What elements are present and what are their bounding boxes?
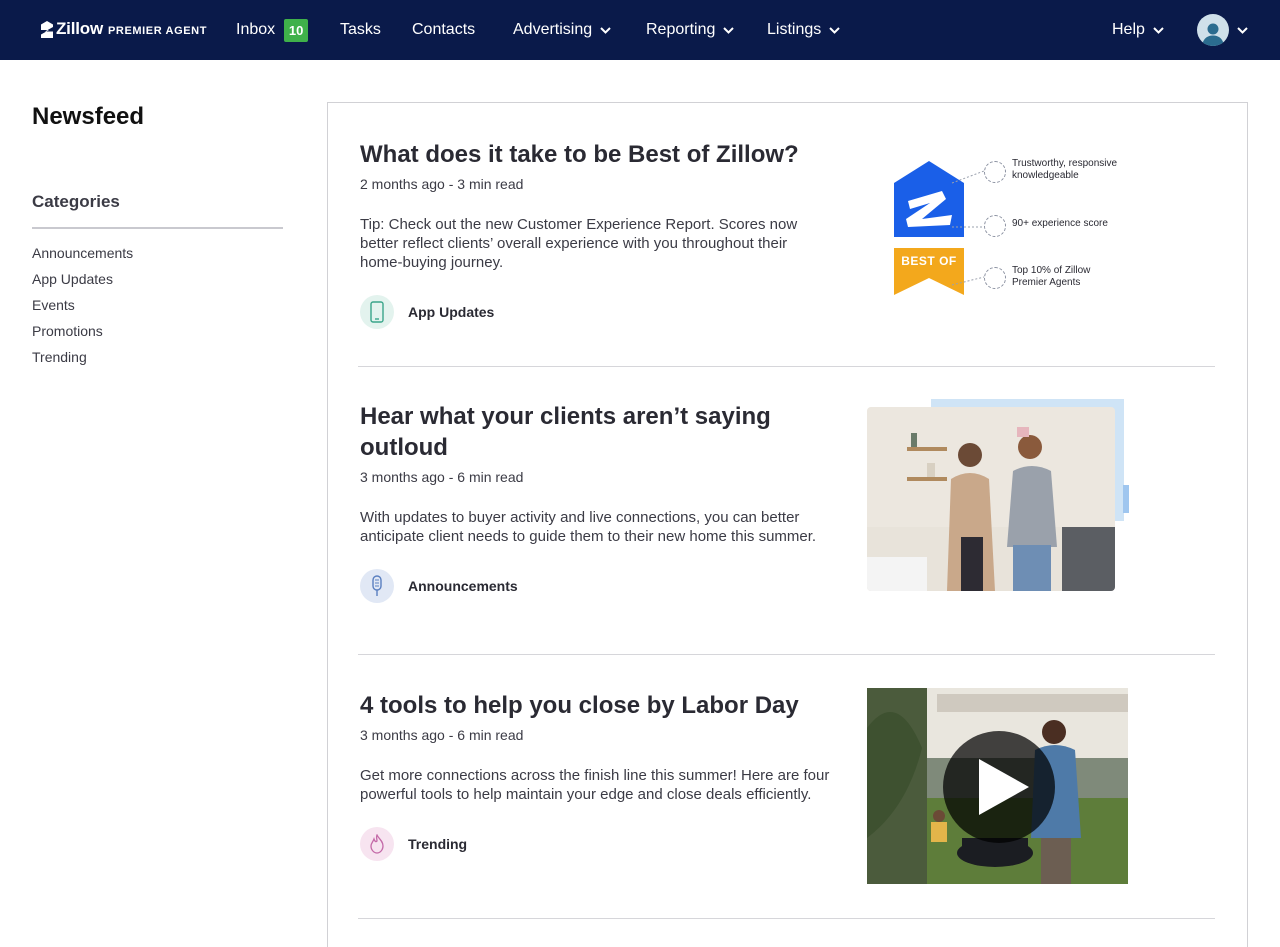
category-events[interactable]: Events (32, 296, 133, 322)
article-category-tag[interactable]: App Updates (360, 295, 830, 329)
article-card[interactable]: Hear what your clients aren’t saying out… (360, 401, 830, 603)
nav-tasks-label: Tasks (340, 21, 381, 38)
category-announcements[interactable]: Announcements (32, 244, 133, 270)
chevron-down-icon (1237, 26, 1248, 34)
article-video-thumbnail[interactable] (867, 688, 1128, 884)
article-title[interactable]: What does it take to be Best of Zillow? (360, 139, 830, 170)
article-title[interactable]: 4 tools to help you close by Labor Day (360, 690, 830, 721)
article-meta: 3 months ago - 6 min read (360, 727, 524, 743)
nav-listings-label: Listings (767, 21, 822, 38)
chevron-down-icon (1153, 26, 1164, 34)
best-of-zillow-graphic[interactable]: BEST OF Trustworthy, responsive knowledg… (894, 155, 1144, 300)
article-divider (358, 654, 1215, 655)
article-summary: With updates to buyer activity and live … (360, 509, 817, 545)
nav-inbox[interactable]: Inbox 10 (236, 0, 309, 60)
best-of-point-3: Top 10% of Zillow Premier Agents (1012, 265, 1091, 288)
award-icon (984, 215, 1006, 237)
nav-contacts[interactable]: Contacts (412, 0, 475, 60)
article-divider (358, 918, 1215, 919)
nav-advertising[interactable]: Advertising (513, 0, 611, 60)
handshake-icon (984, 161, 1006, 183)
best-of-point-1: Trustworthy, responsive knowledgeable (1012, 158, 1118, 181)
zillow-premier-agent-logo[interactable]: Zillow PREMIER AGENT (41, 18, 207, 40)
logo-subtitle: PREMIER AGENT (107, 24, 208, 37)
phone-icon (360, 295, 394, 329)
nav-reporting-label: Reporting (646, 21, 716, 38)
chevron-down-icon (829, 26, 840, 34)
kitchen-photo (867, 407, 1115, 591)
article-image-clients-photo[interactable] (867, 399, 1129, 591)
inbox-count-badge: 10 (284, 18, 309, 42)
article-summary: Get more connections across the finish l… (360, 767, 830, 803)
categories-heading: Categories (32, 192, 120, 211)
chevron-down-icon (600, 26, 611, 34)
target-icon (984, 267, 1006, 289)
article-meta: 3 months ago - 6 min read (360, 469, 524, 485)
category-promotions[interactable]: Promotions (32, 322, 133, 348)
nav-advertising-label: Advertising (513, 21, 593, 38)
article-card[interactable]: 4 tools to help you close by Labor Day 3… (360, 690, 830, 861)
article-divider (358, 366, 1215, 367)
logo-wordmark: Zillow (56, 19, 103, 38)
nav-tasks[interactable]: Tasks (340, 0, 381, 60)
user-icon (1202, 23, 1224, 46)
category-trending[interactable]: Trending (32, 348, 133, 374)
account-menu[interactable] (1197, 0, 1248, 60)
nav-help[interactable]: Help (1112, 0, 1164, 60)
newsfeed-panel: What does it take to be Best of Zillow? … (327, 102, 1248, 947)
article-title[interactable]: Hear what your clients aren’t saying out… (360, 401, 830, 463)
article-category-tag[interactable]: Trending (360, 827, 830, 861)
article-category-label: App Updates (408, 304, 495, 320)
play-button[interactable] (943, 731, 1055, 843)
page-title: Newsfeed (32, 103, 145, 130)
nav-inbox-label: Inbox (236, 21, 276, 38)
categories-divider (32, 227, 283, 229)
article-category-label: Trending (408, 836, 468, 852)
article-category-tag[interactable]: Announcements (360, 569, 830, 603)
article-meta: 2 months ago - 3 min read (360, 176, 524, 192)
zillow-logo-icon (41, 20, 53, 38)
image-accent (1123, 485, 1129, 513)
nav-help-label: Help (1112, 21, 1145, 38)
category-app-updates[interactable]: App Updates (32, 270, 133, 296)
article-category-label: Announcements (408, 578, 518, 594)
microphone-icon (360, 569, 394, 603)
article-summary: Tip: Check out the new Customer Experien… (360, 216, 798, 271)
nav-contacts-label: Contacts (412, 21, 476, 38)
category-list: Announcements App Updates Events Promoti… (32, 244, 133, 374)
nav-listings[interactable]: Listings (767, 0, 840, 60)
best-of-point-2: 90+ experience score (1012, 218, 1108, 229)
chevron-down-icon (723, 26, 735, 34)
top-navigation: Zillow PREMIER AGENT Inbox 10 Tasks Cont… (0, 0, 1280, 60)
article-card[interactable]: What does it take to be Best of Zillow? … (360, 139, 830, 329)
play-icon (979, 759, 1029, 815)
nav-reporting[interactable]: Reporting (646, 0, 735, 60)
flame-icon (360, 827, 394, 861)
avatar (1197, 14, 1229, 46)
